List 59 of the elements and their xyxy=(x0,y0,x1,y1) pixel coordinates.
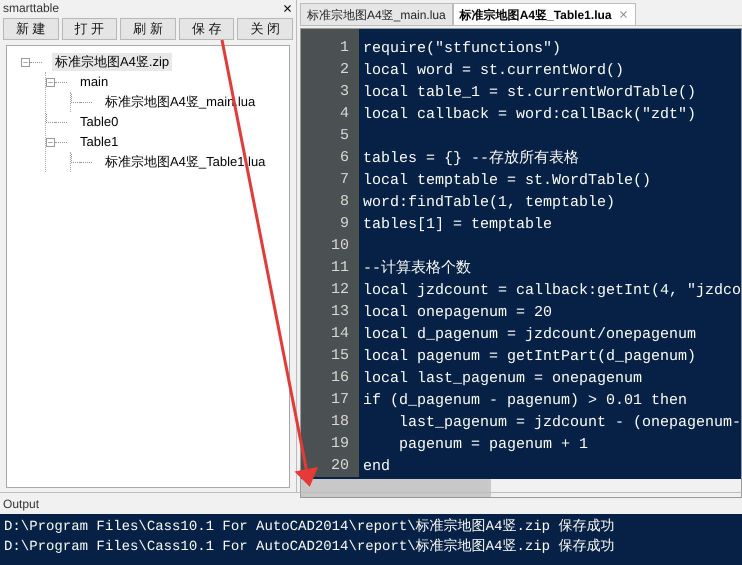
toolbar-button[interactable]: 刷 新 xyxy=(120,18,176,40)
line-number: 10 xyxy=(330,236,350,256)
tree-item[interactable]: 标准宗地图A4竖.zip xyxy=(52,53,172,71)
line-number: 5 xyxy=(338,126,350,146)
tree-item[interactable]: main xyxy=(77,73,112,91)
line-number: 20 xyxy=(330,456,350,476)
code-line: local last_pagenum = onepagenum xyxy=(363,370,642,387)
editor-tab[interactable]: 标准宗地图A4竖_Table1.lua xyxy=(452,3,636,25)
collapse-toggle-icon[interactable] xyxy=(46,138,55,146)
code-line: local callback = word:callBack("zdt") xyxy=(363,106,696,123)
editor-tab[interactable]: 标准宗地图A4竖_main.lua xyxy=(300,3,453,25)
code-line: last_pagenum = jzdcount - (onepagenum- xyxy=(398,414,742,431)
line-number: 8 xyxy=(338,192,350,212)
line-number: 3 xyxy=(338,82,350,102)
line-number: 11 xyxy=(330,258,350,278)
line-number: 13 xyxy=(330,302,350,322)
code-line: local onepagenum = 20 xyxy=(363,304,552,321)
code-line: word:findTable(1, temptable) xyxy=(363,194,616,211)
code-line: local jzdcount = callback:getInt(4, "jzdco xyxy=(363,282,742,299)
panel-title: smarttable xyxy=(3,0,60,17)
code-line: if (d_pagenum - pagenum) > 0.01 then xyxy=(363,392,688,409)
output-line: D:\Program Files\Cass10.1 For AutoCAD2014\report\标准宗地图A4竖.zip 保存成功 xyxy=(4,537,616,557)
line-number: 14 xyxy=(330,324,350,344)
toolbar-button[interactable]: 新 建 xyxy=(3,18,59,40)
line-number: 6 xyxy=(338,148,350,168)
code-line: local pagenum = getIntPart(d_pagenum) xyxy=(363,348,696,365)
line-number: 9 xyxy=(338,214,350,234)
code-line: local table_1 = st.currentWordTable() xyxy=(363,84,696,101)
code-line: local temptable = st.WordTable() xyxy=(363,172,652,189)
code-line: --计算表格个数 xyxy=(363,260,472,277)
code-line: pagenum = pagenum + 1 xyxy=(398,436,588,453)
code-line: require("stfunctions") xyxy=(363,40,562,57)
tree-item[interactable]: Table0 xyxy=(77,113,122,131)
collapse-toggle-icon[interactable] xyxy=(46,78,55,86)
line-number: 18 xyxy=(330,412,350,432)
line-number: 17 xyxy=(330,390,350,410)
code-line: tables[1] = temptable xyxy=(363,216,552,233)
toolbar-button[interactable]: 保 存 xyxy=(178,18,234,40)
output-title: Output xyxy=(3,496,40,512)
line-number: 7 xyxy=(338,170,350,190)
close-icon[interactable] xyxy=(282,2,293,14)
line-number: 1 xyxy=(338,38,350,58)
line-number: 19 xyxy=(330,434,350,454)
line-number: 4 xyxy=(338,104,350,124)
code-line: tables = {} --存放所有表格 xyxy=(363,150,580,167)
line-number: 12 xyxy=(330,280,350,300)
tree-item[interactable]: Table1 xyxy=(77,133,122,151)
line-number: 2 xyxy=(338,60,350,80)
toolbar-button[interactable]: 打 开 xyxy=(62,18,118,40)
scrollbar-thumb[interactable] xyxy=(301,479,491,497)
code-line: local word = st.currentWord() xyxy=(363,62,624,79)
code-line: end xyxy=(363,458,390,475)
toolbar-button[interactable]: 关 闭 xyxy=(237,18,293,40)
horizontal-scrollbar[interactable] xyxy=(301,479,742,497)
collapse-toggle-icon[interactable] xyxy=(21,58,30,66)
output-line: D:\Program Files\Cass10.1 For AutoCAD2014\report\标准宗地图A4竖.zip 保存成功 xyxy=(4,517,616,537)
code-line: local d_pagenum = jzdcount/onepagenum xyxy=(363,326,696,343)
line-number: 15 xyxy=(330,346,350,366)
line-number: 16 xyxy=(330,368,350,388)
